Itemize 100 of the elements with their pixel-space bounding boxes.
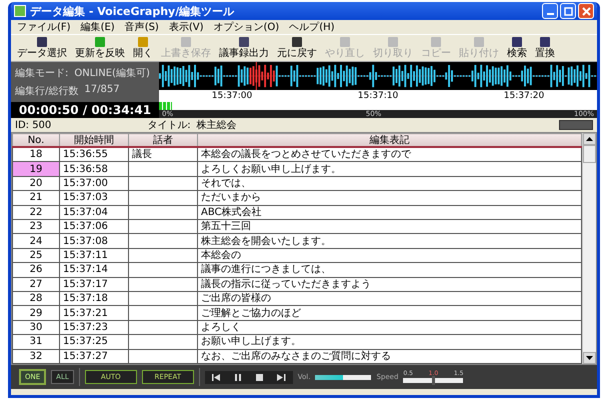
row-number-cell[interactable]: 29 — [12, 306, 60, 320]
record-id: ID: 500 — [15, 120, 52, 130]
tool-icon — [472, 36, 486, 48]
menu-item[interactable]: ファイル(F) — [17, 20, 71, 34]
table-cell: 15:37:06 — [60, 220, 128, 234]
row-number-cell[interactable]: 28 — [12, 291, 60, 306]
column-header[interactable]: 話者 — [128, 134, 198, 147]
title-value: 株主総会 — [196, 118, 237, 132]
table-cell: 15:37:00 — [60, 176, 128, 191]
table-cell: 15:37:11 — [60, 248, 128, 263]
tool-icon — [429, 36, 443, 48]
table-cell: 15:36:55 — [60, 147, 128, 162]
table-cell: 15:37:17 — [60, 277, 128, 292]
tool-icon — [136, 36, 150, 48]
table-cell: お願い申し上げます。 — [198, 334, 582, 350]
table-cell: よろしく — [198, 320, 582, 335]
scrollbar[interactable] — [582, 133, 596, 364]
row-number-cell[interactable]: 25 — [12, 248, 60, 263]
row-number-cell[interactable]: 31 — [12, 334, 60, 350]
volume-slider[interactable] — [315, 372, 372, 382]
window-title: データ編集 - VoiceGraphy/編集ツール — [30, 4, 236, 18]
table-cell: 15:37:27 — [60, 349, 128, 364]
toolbar-button[interactable]: データ選択 — [14, 36, 70, 60]
table-cell: 議事の進行につきましては、 — [198, 262, 582, 278]
mode-label: 編集モード: — [15, 67, 68, 80]
skip-back-icon — [212, 374, 221, 380]
line-value: 17/857 — [84, 84, 120, 97]
table-cell: ご出席の皆様の — [198, 291, 582, 306]
row-number-cell[interactable]: 22 — [12, 205, 60, 220]
table-cell: 15:37:25 — [60, 334, 128, 350]
table-cell: ABC株式会社 — [198, 205, 582, 220]
tool-icon — [510, 36, 524, 48]
app-icon — [14, 5, 26, 17]
time-label: 15:37:10 — [358, 91, 398, 101]
tool-icon — [386, 36, 400, 48]
tool-icon — [290, 36, 304, 48]
menu-item[interactable]: オプション(O) — [214, 20, 280, 34]
table-cell: ご理解とご協力のほど — [198, 306, 582, 320]
tool-icon — [237, 36, 251, 48]
toolbar-button[interactable]: 開く — [130, 36, 156, 60]
column-header[interactable]: 開始時間 — [60, 134, 128, 147]
scroll-thumb[interactable] — [583, 145, 596, 163]
menu-item[interactable]: 音声(S) — [124, 20, 159, 34]
toolbar-button[interactable]: 議事録出力 — [216, 36, 272, 60]
maximize-icon — [564, 6, 572, 16]
toolbar-button[interactable]: 元に戻す — [274, 36, 320, 60]
table-cell: 15:37:23 — [60, 320, 128, 335]
row-number-cell[interactable]: 23 — [12, 220, 60, 234]
row-number-cell[interactable]: 27 — [12, 277, 60, 292]
column-header[interactable]: 編集表記 — [198, 134, 582, 147]
row-number-cell[interactable]: 21 — [12, 190, 60, 206]
tool-icon — [338, 36, 352, 48]
table-cell: 15:37:03 — [60, 190, 128, 206]
close-button[interactable] — [578, 3, 594, 19]
table-cell: 15:37:14 — [60, 262, 128, 278]
table-cell: 15:37:18 — [60, 291, 128, 306]
row-number-cell[interactable]: 24 — [12, 234, 60, 248]
toolbar-button[interactable]: 置換 — [532, 36, 558, 60]
close-icon — [582, 6, 590, 16]
table-cell: 15:37:21 — [60, 306, 128, 320]
maximize-button[interactable] — [560, 3, 576, 19]
menu-item[interactable]: ヘルプ(H) — [289, 20, 335, 34]
time-label: 15:37:00 — [212, 91, 252, 101]
table-cell: ただいまから — [198, 190, 582, 206]
row-number-cell[interactable]: 26 — [12, 262, 60, 278]
minimize-button[interactable] — [542, 3, 558, 19]
mode-value: ONLINE(編集可) — [74, 67, 150, 80]
table-cell: 15:36:58 — [60, 162, 128, 176]
table-cell: それでは、 — [198, 176, 582, 191]
minimize-icon — [546, 12, 554, 14]
table-cell: 15:37:08 — [60, 234, 128, 248]
line-label: 編集行/総行数 — [15, 85, 78, 98]
menu-item[interactable]: 編集(E) — [80, 20, 115, 34]
row-number-cell[interactable]: 20 — [12, 176, 60, 191]
row-number-cell[interactable]: 19 — [12, 162, 60, 176]
scroll-up-icon — [586, 137, 593, 141]
scroll-down-icon — [586, 356, 593, 360]
table-cell: よろしくお願い申し上げます。 — [198, 162, 582, 176]
title-label: タイトル: — [147, 119, 191, 132]
time-display: 00:00:50 / 00:34:41 — [18, 102, 152, 118]
time-label: 15:37:20 — [504, 91, 544, 101]
table-cell: 議長 — [132, 149, 152, 160]
column-header[interactable]: No. — [12, 134, 60, 147]
tool-icon — [35, 36, 49, 48]
row-number-cell[interactable]: 32 — [12, 349, 60, 364]
speed-slider[interactable] — [403, 377, 464, 384]
tool-icon — [93, 36, 107, 48]
skip-forward-icon — [276, 374, 286, 380]
toggle-button[interactable] — [559, 120, 593, 130]
table-cell: 本総会の議長をつとめさせていただきますので — [198, 147, 582, 162]
toolbar-button[interactable]: 検索 — [504, 36, 530, 60]
table-cell: 株主総会を開会いたします。 — [198, 234, 582, 248]
table-cell: 第五十三回 — [198, 220, 582, 234]
table-cell: なお、ご出席のみなさまのご質問に対する — [198, 349, 582, 364]
tool-icon — [538, 36, 552, 48]
table-cell: 本総会の — [198, 248, 582, 263]
toolbar-button[interactable]: 更新を反映 — [72, 36, 128, 60]
menu-item[interactable]: 表示(V) — [168, 20, 204, 34]
tool-icon — [179, 36, 193, 48]
row-number-cell[interactable]: 30 — [12, 320, 60, 335]
